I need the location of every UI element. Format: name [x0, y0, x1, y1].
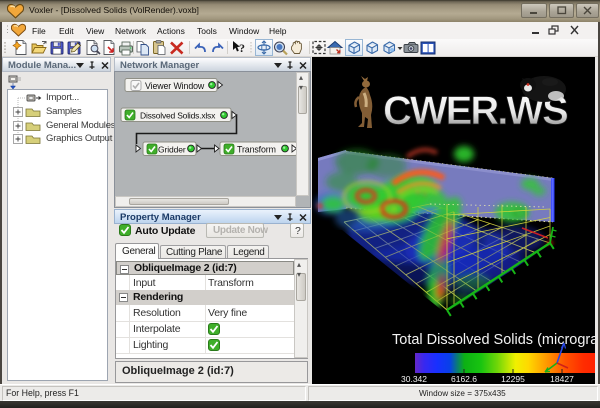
svg-text:12295: 12295 [501, 374, 525, 384]
svg-text:30.342: 30.342 [401, 374, 427, 384]
svg-text:?: ? [239, 41, 245, 55]
svg-text:Gridder: Gridder [158, 145, 186, 155]
svg-text:Dissolved Solids.xlsx: Dissolved Solids.xlsx [140, 111, 216, 121]
svg-text:6162.6: 6162.6 [451, 374, 477, 384]
svg-text:Viewer Window: Viewer Window [145, 81, 205, 91]
svg-text:18427: 18427 [550, 374, 574, 384]
svg-text:Transform: Transform [237, 145, 276, 155]
